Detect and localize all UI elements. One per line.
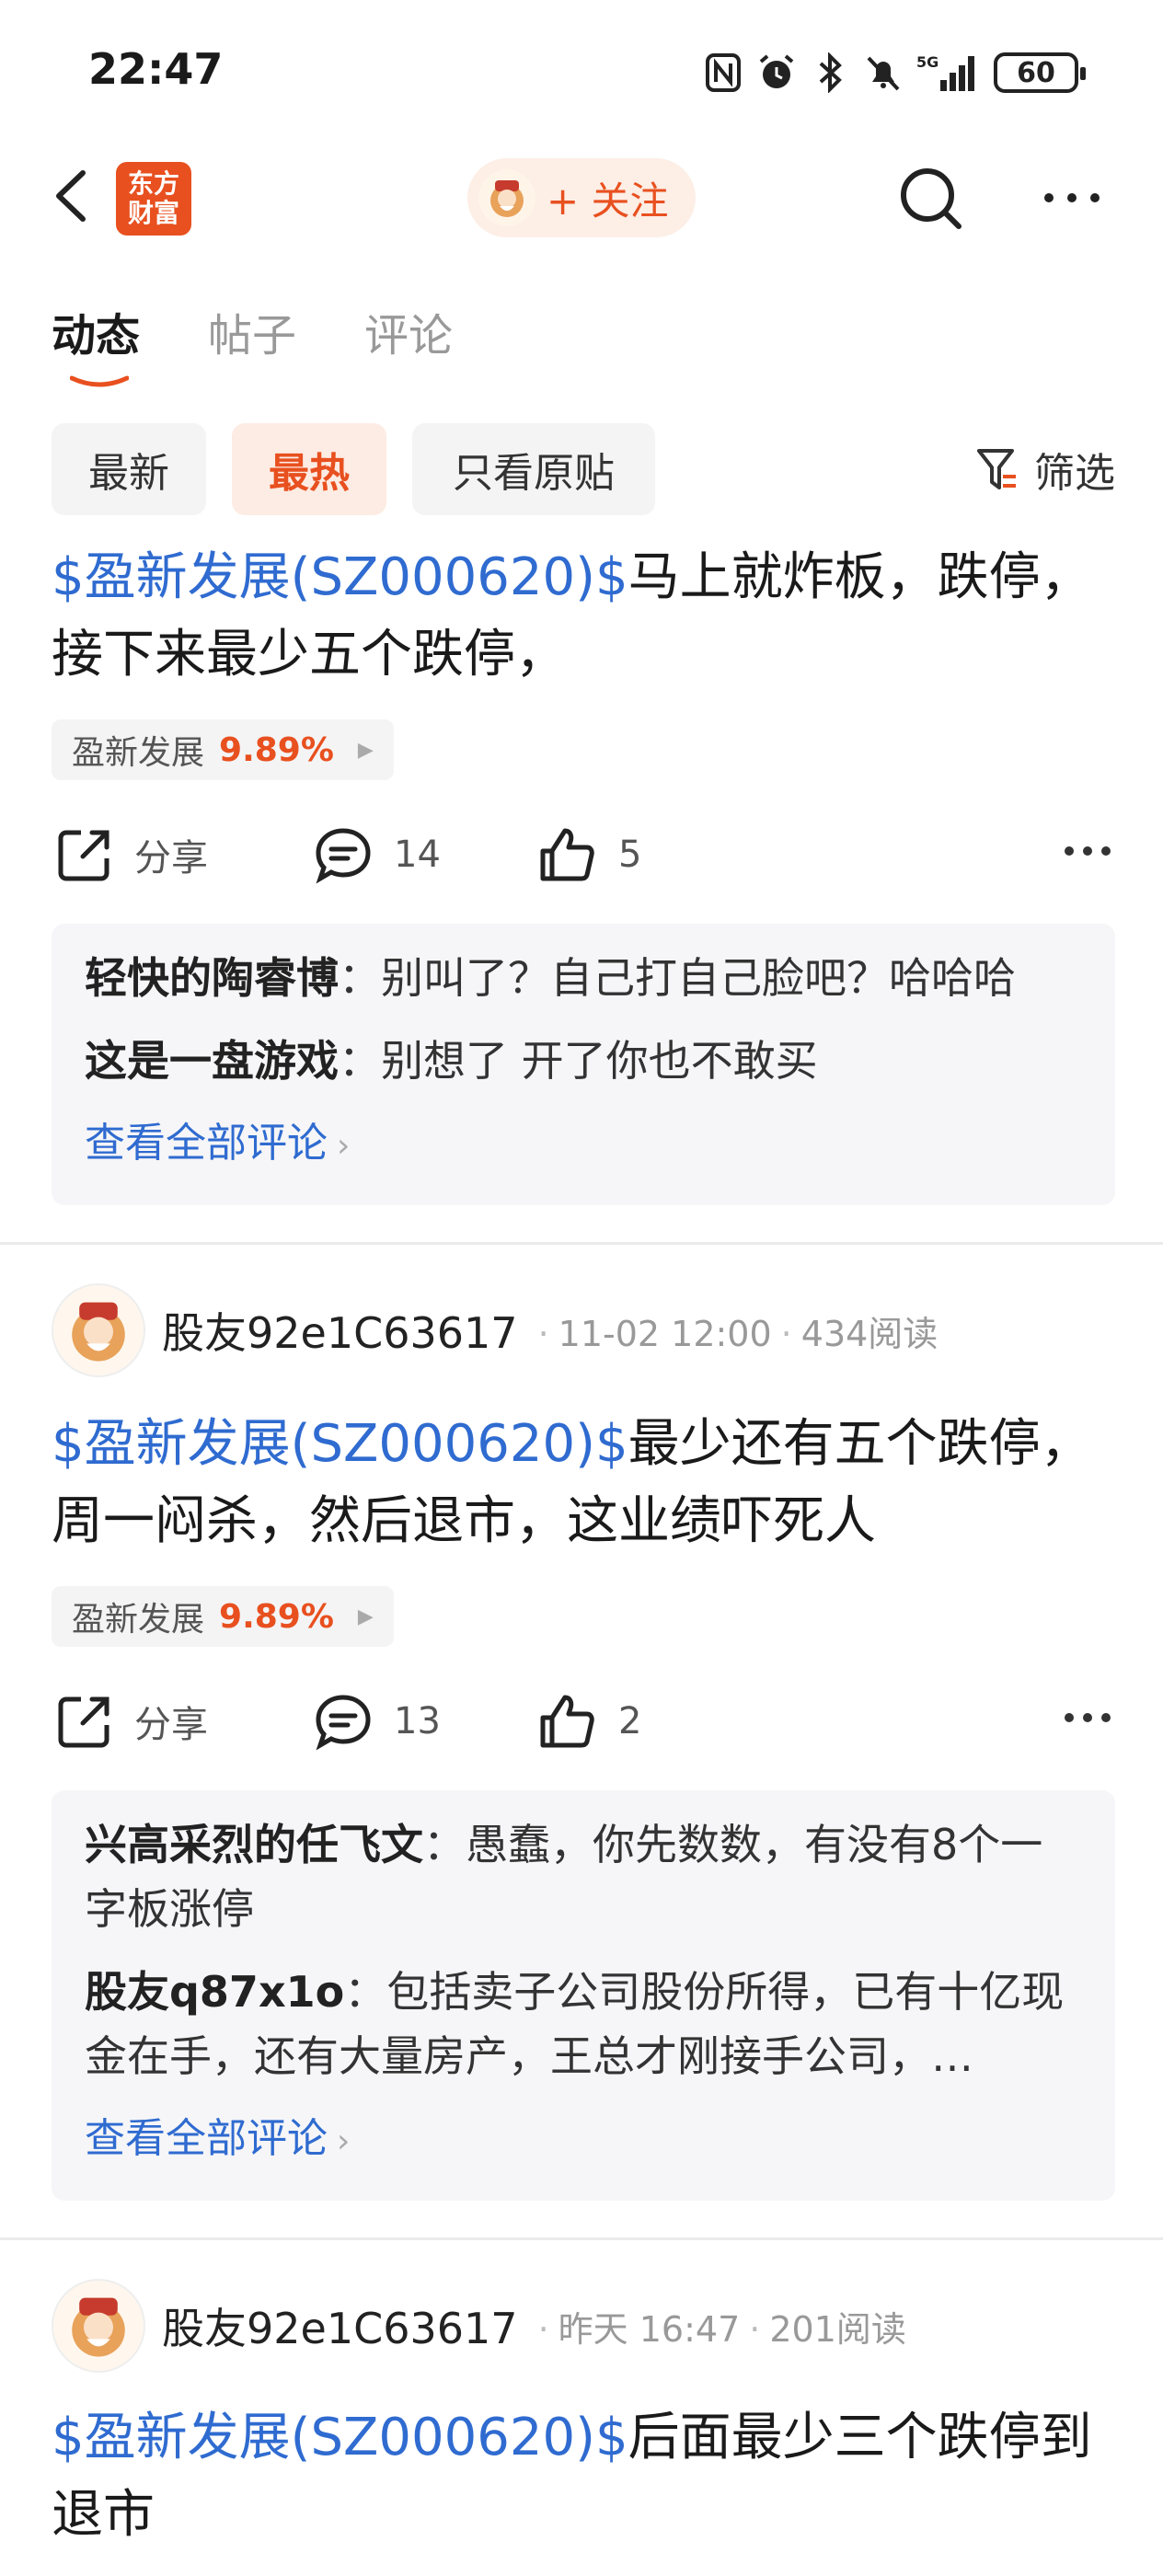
tab-dynamic[interactable]: 动态 [52,299,140,387]
post-header: 股友92e1C63617 · 昨天 16:47 · 201阅读 [52,2278,1115,2374]
filter-button[interactable]: 筛选 [975,423,1115,515]
stock-tag-pct: 9.89% [219,730,334,769]
comment-author[interactable]: 轻快的陶睿博 [85,953,339,1003]
comment-icon [316,828,371,884]
comment-count: 14 [394,834,441,876]
status-bar: 22:47 5G 60 [0,0,1163,138]
stock-tag-name: 盈新发展 [72,734,205,772]
follow-button[interactable]: + 关注 [467,158,696,237]
filter-chip-hottest[interactable]: 最热 [232,423,386,515]
post-more-icon[interactable] [1060,833,1115,869]
comment-icon [316,1695,371,1751]
svg-text:5G: 5G [916,53,938,71]
username[interactable]: 股友92e1C63617 [162,2295,518,2356]
stock-tag[interactable]: 盈新发展 9.89% ▶ [52,1586,394,1647]
comment-button[interactable]: 14 [313,818,441,891]
follow-label: + 关注 [547,178,669,224]
post-time: 昨天 16:47 [558,2308,741,2350]
nfc-icon [703,52,743,93]
like-count: 5 [618,834,642,876]
post-content[interactable]: $盈新发展(SZ000620)$最少还有五个跌停，周一闷杀，然后退市，这业绩吓死… [52,1406,1110,1560]
app-logo: 东方 财富 [116,162,191,236]
search-icon[interactable] [894,162,968,236]
status-icons: 5G 60 [703,44,1086,101]
avatar[interactable] [52,1283,145,1377]
filter-row: 最新 最热 只看原贴 筛选 [52,423,1115,515]
comment-item[interactable]: 轻快的陶睿博：别叫了？自己打自己脸吧？哈哈哈 [85,946,1082,1010]
tab-comments[interactable]: 评论 [364,299,453,382]
thumbs-up-icon [540,828,594,881]
stock-link[interactable]: $盈新发展(SZ000620)$ [52,1414,628,1474]
like-button[interactable]: 5 [537,818,641,891]
more-icon[interactable] [1040,175,1104,221]
post-divider [0,1242,1163,1245]
chevron-right-icon: › [337,1127,351,1165]
like-count: 2 [618,1700,642,1742]
tab-bar: 动态 帖子 评论 [52,299,453,387]
bluetooth-icon [810,52,850,93]
comments-preview: 轻快的陶睿博：别叫了？自己打自己脸吧？哈哈哈 这是一盘游戏：别想了 开了你也不敢… [52,924,1115,1205]
filter-icon [977,449,1016,489]
comment-text: 别想了 开了你也不敢买 [381,1036,818,1086]
share-label: 分享 [134,837,208,880]
post-actions: 分享 14 5 [52,818,1115,891]
stock-tag-pct: 9.89% [219,1597,334,1636]
comment-item[interactable]: 兴高采烈的任飞文：愚蠢，你先数数，有没有8个一字板涨停 [85,1812,1082,1941]
post-meta: · 昨天 16:47 · 201阅读 [537,2308,906,2350]
nav-bar: 东方 财富 + 关注 [0,147,1163,248]
post-reads: 434阅读 [800,1313,938,1354]
post-content[interactable]: $盈新发展(SZ000620)$后面最少三个跌停到退市 [52,2399,1110,2554]
post-more-icon[interactable] [1060,1699,1115,1736]
view-all-comments-link[interactable]: 查看全部评论 › [85,2107,1082,2174]
post-content[interactable]: $盈新发展(SZ000620)$马上就炸板，跌停，接下来最少五个跌停， [52,539,1110,694]
like-button[interactable]: 2 [537,1685,641,1758]
logo-line2: 财富 [127,198,179,228]
mute-icon [863,52,904,93]
logo-line1: 东方 [127,168,179,199]
username[interactable]: 股友92e1C63617 [162,1300,518,1361]
post-reads: 201阅读 [769,2308,906,2350]
filter-chip-original-only[interactable]: 只看原贴 [412,423,655,515]
comment-item[interactable]: 这是一盘游戏：别想了 开了你也不敢买 [85,1029,1082,1093]
tab-posts[interactable]: 帖子 [208,299,296,382]
comment-count: 13 [394,1700,441,1742]
comment-author[interactable]: 兴高采烈的任飞文 [85,1820,423,1869]
caret-right-icon: ▶ [357,1604,374,1628]
post-header: 股友92e1C63617 · 11-02 12:00 · 434阅读 [52,1282,1115,1378]
share-button[interactable]: 分享 [55,818,208,891]
god-of-wealth-avatar-icon [478,169,535,226]
filter-chip-latest[interactable]: 最新 [52,423,206,515]
back-icon[interactable] [46,164,101,228]
share-icon [58,830,109,881]
comments-preview: 兴高采烈的任飞文：愚蠢，你先数数，有没有8个一字板涨停 股友q87x1o：包括卖… [52,1790,1115,2201]
comment-text: 别叫了？自己打自己脸吧？哈哈哈 [381,953,1016,1003]
comment-author[interactable]: 这是一盘游戏 [85,1036,339,1086]
thumbs-up-icon [540,1695,594,1748]
stock-link[interactable]: $盈新发展(SZ000620)$ [52,2408,628,2467]
post-actions: 分享 13 2 [52,1685,1115,1758]
comment-item[interactable]: 股友q87x1o：包括卖子公司股份所得，已有十亿现金在手，还有大量房产，王总才刚… [85,1960,1082,2088]
view-all-comments-link[interactable]: 查看全部评论 › [85,1111,1082,1179]
stock-tag[interactable]: 盈新发展 9.89% ▶ [52,719,394,780]
share-icon [58,1696,109,1748]
status-time: 22:47 [88,44,224,94]
comment-author[interactable]: 股友q87x1o [85,1967,344,2017]
filter-label: 筛选 [1034,450,1115,497]
post-meta: · 11-02 12:00 · 434阅读 [537,1313,938,1354]
chevron-right-icon: › [337,2122,351,2160]
post-time: 11-02 12:00 [558,1313,772,1354]
5g-signal-icon: 5G [916,52,981,93]
caret-right-icon: ▶ [357,738,374,762]
share-button[interactable]: 分享 [55,1685,208,1758]
stock-tag-name: 盈新发展 [72,1601,205,1639]
tab-active-indicator [70,375,129,387]
stock-link[interactable]: $盈新发展(SZ000620)$ [52,547,628,607]
post-divider [0,2237,1163,2240]
alarm-icon [756,52,797,93]
battery-indicator: 60 [994,52,1086,93]
avatar[interactable] [52,2279,145,2373]
comment-button[interactable]: 13 [313,1685,441,1758]
share-label: 分享 [134,1704,208,1746]
